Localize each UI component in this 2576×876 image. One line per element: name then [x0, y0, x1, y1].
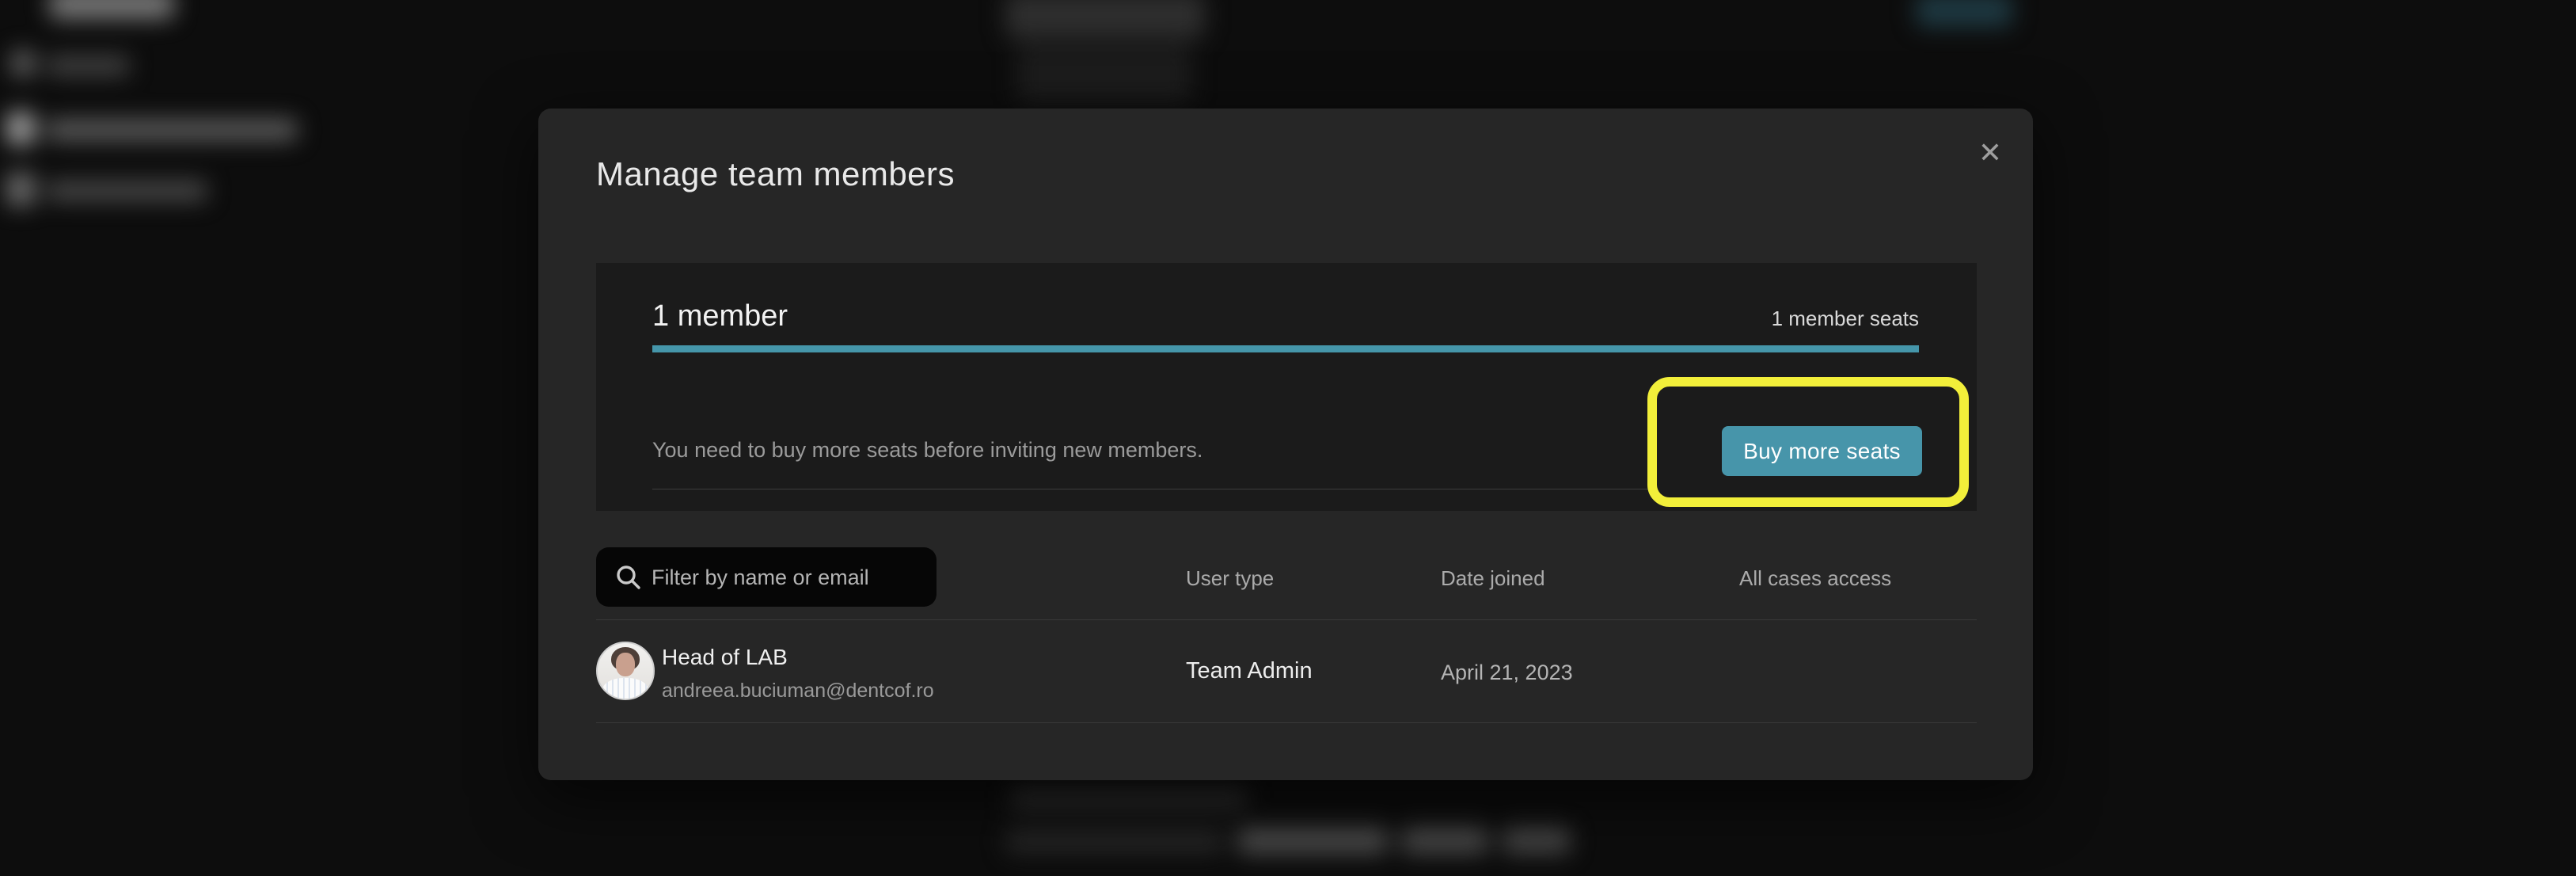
filter-field — [596, 547, 937, 607]
avatar — [596, 642, 655, 700]
sidebar-item-blurred-3 — [46, 119, 298, 141]
sidebar-icon-blurred-4 — [6, 173, 35, 206]
background-primary-button-blurred — [1916, 0, 2012, 27]
row-divider-bottom — [596, 722, 1977, 723]
seats-progress-bar — [652, 345, 1919, 352]
background-header-blurred — [1005, 0, 1205, 38]
member-seats-label: 1 member seats — [1772, 306, 1919, 331]
sidebar-item-blurred-4 — [46, 181, 207, 201]
member-date-joined: April 21, 2023 — [1441, 660, 1573, 686]
column-header-all-cases-access: All cases access — [1739, 566, 1891, 591]
background-text-blurred-5 — [1503, 827, 1571, 854]
background-text-blurred-4 — [1401, 827, 1488, 854]
background-header-blurred-2 — [1017, 44, 1191, 103]
sidebar-item-blurred-2 — [46, 55, 130, 76]
background-text-blurred-1 — [1010, 784, 1248, 811]
column-header-date-joined: Date joined — [1441, 566, 1545, 591]
modal-title: Manage team members — [596, 154, 955, 194]
member-email: andreea.buciuman@dentcof.ro — [662, 679, 934, 703]
member-name: Head of LAB — [662, 644, 788, 671]
background-text-blurred-2 — [1005, 828, 1224, 854]
sidebar-icon-blurred-3 — [6, 112, 35, 145]
search-icon — [614, 562, 644, 592]
seats-progress-fill — [652, 345, 1919, 352]
avatar-face — [616, 653, 635, 676]
sidebar-icon-blurred-2 — [9, 49, 36, 78]
close-icon[interactable]: ✕ — [1968, 131, 2012, 175]
avatar-shirt — [602, 678, 648, 700]
manage-team-members-modal: Manage team members ✕ 1 member 1 member … — [538, 109, 2033, 780]
background-text-blurred-3 — [1237, 827, 1388, 854]
member-count-label: 1 member — [652, 298, 788, 334]
buy-more-seats-button[interactable]: Buy more seats — [1722, 426, 1922, 476]
filter-input[interactable] — [650, 547, 929, 608]
table-row: Head of LAB andreea.buciuman@dentcof.ro … — [596, 620, 1977, 722]
member-user-type: Team Admin — [1186, 657, 1313, 685]
column-header-user-type: User type — [1186, 566, 1274, 591]
sidebar-item-blurred-1 — [49, 0, 174, 19]
buy-seats-notice: You need to buy more seats before inviti… — [652, 436, 1203, 463]
